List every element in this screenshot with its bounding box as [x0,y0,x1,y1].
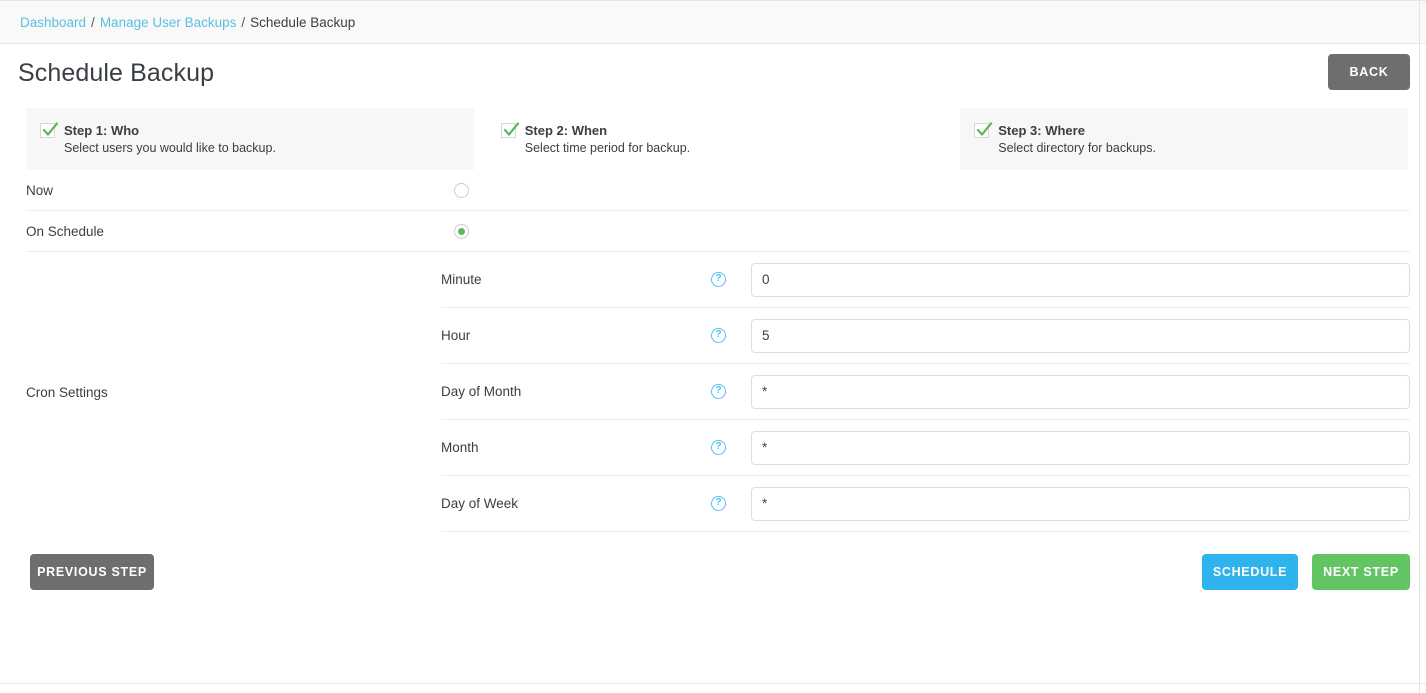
radio-on-schedule[interactable] [453,223,469,239]
radio-cell-now [441,182,481,198]
help-icon[interactable]: ? [711,328,726,343]
step-title-row: Step 2: When [500,122,947,138]
help-icon[interactable]: ? [711,496,726,511]
help-cell: ? [711,496,751,511]
step-title-label: Step 2: When [524,123,608,138]
check-icon [974,122,993,138]
cron-label-month: Month [441,440,479,455]
step-indicator: Step 1: Who Select users you would like … [26,108,1408,170]
cron-input-minute[interactable] [751,262,1410,297]
cron-label-day-of-week: Day of Week [441,496,519,511]
help-icon[interactable]: ? [711,384,726,399]
step-title-label: Step 1: Who [64,123,140,138]
bottom-divider [0,683,1426,684]
breadcrumb-separator: / [91,14,95,30]
cron-settings-label: Cron Settings [26,384,108,400]
help-cell: ? [711,272,751,287]
check-icon [40,122,59,138]
page-right-edge [1419,0,1420,693]
step-title-row: Step 3: Where [974,122,1408,138]
option-row-now: Now [26,170,1410,211]
cron-input-month[interactable] [751,430,1410,465]
help-cell: ? [711,384,751,399]
cron-settings-section: Cron Settings Minute ? Hour ? Day of Mon… [26,252,1410,532]
option-label-now: Now [26,182,54,198]
schedule-form: Now On Schedule Cron Settings Minute ? H… [0,170,1426,590]
breadcrumb-item-manage-user-backups[interactable]: Manage User Backups [100,15,237,30]
option-row-on-schedule: On Schedule [26,211,1410,252]
radio-cell-on-schedule [441,223,481,239]
step-description: Select users you would like to backup. [64,141,276,155]
cron-row-month: Month ? [441,420,1410,476]
page-header: Schedule Backup BACK [0,44,1426,102]
step-description: Select directory for backups. [998,141,1156,155]
help-icon[interactable]: ? [711,440,726,455]
cron-row-hour: Hour ? [441,308,1410,364]
breadcrumb-item-dashboard[interactable]: Dashboard [20,15,86,30]
help-cell: ? [711,328,751,343]
radio-now[interactable] [453,182,469,198]
step-description: Select time period for backup. [524,141,691,155]
step-card-where[interactable]: Step 3: Where Select directory for backu… [960,108,1408,170]
step-title-label: Step 3: Where [998,123,1085,138]
step-title-row: Step 1: Who [40,122,474,138]
help-cell: ? [711,440,751,455]
cron-label-minute: Minute [441,272,482,287]
cron-label-hour: Hour [441,328,471,343]
footer-actions: SCHEDULE NEXT STEP [1202,554,1410,590]
previous-step-button[interactable]: PREVIOUS STEP [30,554,154,590]
schedule-button[interactable]: SCHEDULE [1202,554,1298,590]
cron-row-minute: Minute ? [441,252,1410,308]
cron-label-day-of-month: Day of Month [441,384,522,399]
next-step-button[interactable]: NEXT STEP [1312,554,1410,590]
cron-field-list: Minute ? Hour ? Day of Month ? [441,252,1410,532]
help-icon[interactable]: ? [711,272,726,287]
cron-input-day-of-week[interactable] [751,486,1410,521]
breadcrumb: Dashboard / Manage User Backups / Schedu… [0,0,1426,44]
cron-row-day-of-month: Day of Month ? [441,364,1410,420]
step-card-who[interactable]: Step 1: Who Select users you would like … [26,108,474,170]
form-footer: PREVIOUS STEP SCHEDULE NEXT STEP [30,554,1410,590]
check-icon [500,122,519,138]
breadcrumb-separator: / [241,14,246,30]
step-card-when[interactable]: Step 2: When Select time period for back… [486,108,948,170]
page-title: Schedule Backup [18,58,215,87]
breadcrumb-item-current: Schedule Backup [250,14,356,30]
cron-row-day-of-week: Day of Week ? [441,476,1410,532]
back-button[interactable]: BACK [1328,54,1410,90]
cron-input-hour[interactable] [751,318,1410,353]
option-label-on-schedule: On Schedule [26,223,105,239]
cron-input-day-of-month[interactable] [751,374,1410,409]
